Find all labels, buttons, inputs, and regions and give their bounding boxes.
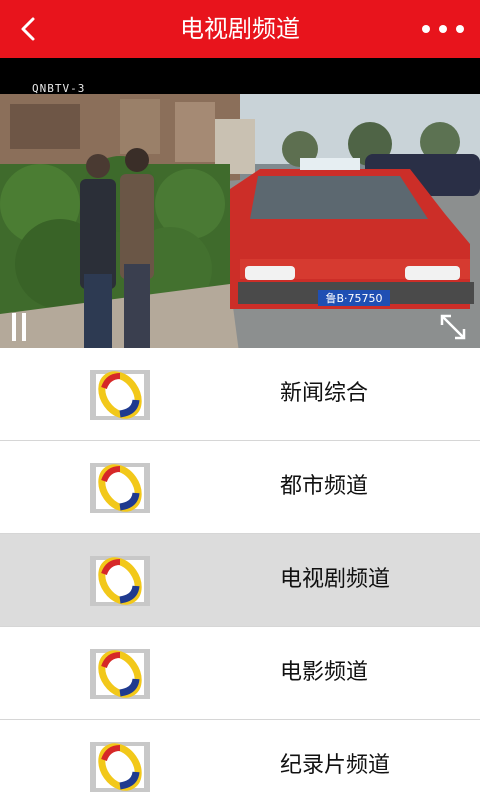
- more-button[interactable]: [418, 9, 468, 49]
- fullscreen-button[interactable]: [436, 310, 470, 344]
- channel-logo-icon: [90, 742, 150, 792]
- license-plate: 鲁B·75750: [325, 291, 382, 305]
- channel-watermark: QNBTV-3: [32, 82, 86, 95]
- channel-name: 新闻综合: [280, 381, 369, 406]
- channel-item[interactable]: 电影频道: [0, 627, 480, 720]
- fullscreen-icon: [440, 314, 466, 340]
- back-button[interactable]: [8, 9, 48, 49]
- channel-item[interactable]: 都市频道: [0, 441, 480, 534]
- channel-logo-icon: [90, 463, 150, 513]
- channel-item[interactable]: 纪录片频道: [0, 720, 480, 800]
- video-player[interactable]: 鲁B·75750 QNBTV-3: [0, 58, 480, 348]
- player-controls: [0, 306, 480, 348]
- channel-name: 都市频道: [280, 474, 369, 499]
- chevron-left-icon: [21, 17, 35, 41]
- channel-name: 电影频道: [280, 660, 369, 685]
- channel-logo-icon: [90, 649, 150, 699]
- top-bar: 电视剧频道: [0, 0, 480, 58]
- channel-item-selected[interactable]: 电视剧频道: [0, 534, 480, 627]
- pause-button[interactable]: [8, 310, 32, 344]
- page-title: 电视剧频道: [180, 15, 300, 43]
- channel-item[interactable]: 新闻综合: [0, 348, 480, 441]
- channel-name: 纪录片频道: [280, 753, 391, 778]
- channel-name: 电视剧频道: [280, 567, 391, 592]
- more-horizontal-icon: [422, 25, 464, 33]
- channel-list: 新闻综合 都市频道 电视剧频道 电影频道 纪录片频道: [0, 348, 480, 800]
- channel-logo-icon: [90, 556, 150, 606]
- channel-logo-icon: [90, 370, 150, 420]
